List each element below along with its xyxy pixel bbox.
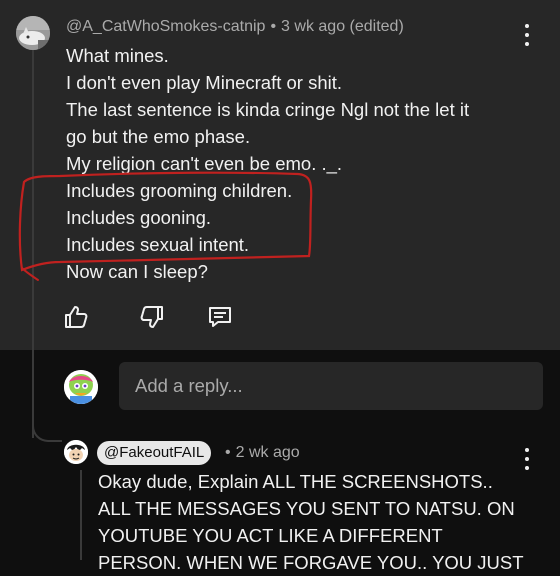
dislike-button[interactable] [138,303,166,331]
comment-timestamp: 3 wk ago (edited) [281,18,404,35]
avatar[interactable] [64,440,88,464]
comment-line: What mines. [66,45,169,66]
reply-timestamp: 2 wk ago [235,444,300,461]
comment-reply-icon [209,307,231,327]
meta-separator: • [270,18,277,35]
comment-meta: @A_CatWhoSmokes-catnip • 3 wk ago (edited) [66,18,404,36]
comment-line: Includes gooning. [66,207,212,228]
reply-line: YOUTUBE YOU ACT LIKE A DIFFERENT [98,525,443,546]
avatar[interactable] [16,16,50,50]
avatar[interactable] [64,370,98,404]
reply-button[interactable] [206,303,234,331]
comment-author[interactable]: @A_CatWhoSmokes-catnip [66,18,265,35]
comment-line: Includes sexual intent. [66,234,250,255]
thumbs-down-icon [140,306,163,328]
comment-line: Now can I sleep? [66,261,208,282]
reply-thread-line [80,470,82,560]
comment-text: What mines. I don't even play Minecraft … [66,42,536,285]
thumbs-up-icon [65,306,88,328]
reply-input[interactable] [119,362,543,410]
reply-meta: • 2 wk ago [225,444,300,462]
comment-line: I don't even play Minecraft or shit. [66,72,343,93]
reply-line: Okay dude, Explain ALL THE SCREENSHOTS.. [98,471,493,492]
comment-line: The last sentence is kinda cringe Ngl no… [66,99,470,120]
thread-connector [32,420,62,442]
thread-line [32,50,34,438]
meta-separator: • [225,444,231,461]
comment-line: My religion can't even be emo. ._. [66,153,343,174]
reply-line: PERSON. WHEN WE FORGAVE YOU.. YOU JUST [98,552,524,573]
reply-line: ALL THE MESSAGES YOU SENT TO NATSU. ON [98,498,515,519]
reply-author-badge[interactable]: @FakeoutFAIL [97,441,212,465]
comment-line: Includes grooming children. [66,180,293,201]
more-options-icon[interactable] [519,448,535,470]
comment-line: go but the emo phase. [66,126,251,147]
like-button[interactable] [62,303,90,331]
